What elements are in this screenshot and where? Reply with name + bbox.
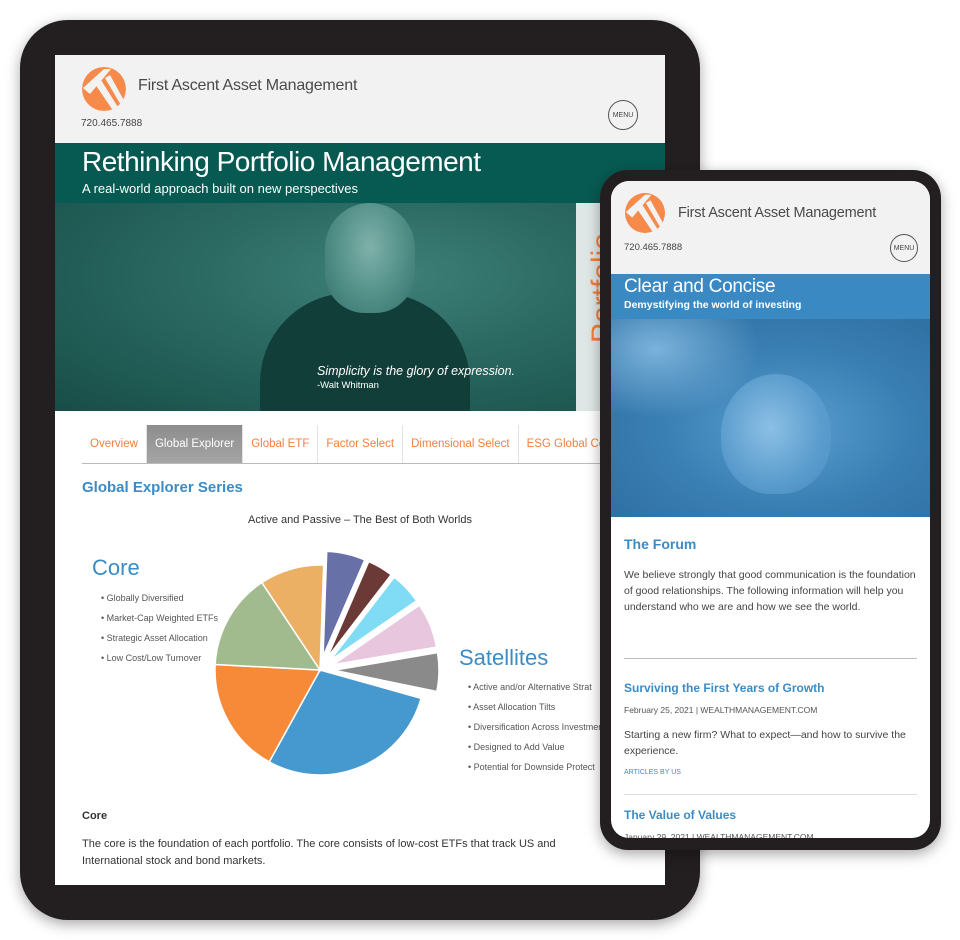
legend-core-heading: Core	[92, 555, 140, 580]
core-bullet-list: Globally Diversified Market-Cap Weighted…	[101, 593, 218, 673]
forum-intro: We believe strongly that good communicat…	[624, 569, 916, 613]
core-heading: Core	[82, 810, 108, 822]
article-title-link[interactable]: Surviving the First Years of Growth	[624, 681, 825, 695]
divider	[624, 794, 917, 795]
logo-icon[interactable]	[624, 192, 666, 234]
menu-button[interactable]: MENU	[890, 234, 918, 262]
hero-title: Clear and Concise	[624, 276, 776, 297]
tablet-device: First Ascent Asset Management 720.465.78…	[20, 20, 700, 920]
tablet-screen: First Ascent Asset Management 720.465.78…	[55, 55, 665, 885]
portrait-face	[721, 374, 831, 494]
hero-image-franklin	[611, 319, 930, 517]
article-meta: January 29, 2021 | WEALTHMANAGEMENT.COM	[624, 832, 814, 838]
core-bullet: Market-Cap Weighted ETFs	[101, 613, 218, 633]
hero-subtitle: Demystifying the world of investing	[624, 299, 802, 311]
mobile-screen: First Ascent Asset Management 720.465.78…	[611, 181, 930, 838]
satellites-bullet: Diversification Across Investment	[468, 722, 606, 742]
mobile-hero-banner: Clear and Concise Demystifying the world…	[611, 274, 930, 319]
core-bullet: Strategic Asset Allocation	[101, 633, 218, 653]
mobile-device: First Ascent Asset Management 720.465.78…	[600, 170, 941, 850]
article-meta: February 25, 2021 | WEALTHMANAGEMENT.COM	[624, 705, 818, 715]
satellites-bullet: Potential for Downside Protect	[468, 762, 606, 782]
phone-number[interactable]: 720.465.7888	[624, 242, 682, 253]
divider	[624, 658, 917, 659]
article-category-link[interactable]: ARTICLES BY US	[624, 769, 681, 776]
mobile-header: First Ascent Asset Management 720.465.78…	[611, 181, 930, 274]
article-title-link[interactable]: The Value of Values	[624, 808, 736, 822]
satellites-bullet: Designed to Add Value	[468, 742, 606, 762]
core-bullet: Globally Diversified	[101, 593, 218, 613]
brand-name[interactable]: First Ascent Asset Management	[678, 205, 876, 221]
satellites-bullet-list: Active and/or Alternative Strat Asset Al…	[468, 682, 606, 782]
legend-satellites-heading: Satellites	[459, 645, 549, 670]
core-bullet: Low Cost/Low Turnover	[101, 653, 218, 673]
forum-title: The Forum	[624, 536, 697, 552]
core-paragraph: The core is the foundation of each portf…	[82, 838, 556, 867]
article-description: Starting a new firm? What to expect—and …	[624, 729, 906, 757]
satellites-bullet: Active and/or Alternative Strat	[468, 682, 606, 702]
satellites-bullet: Asset Allocation Tilts	[468, 702, 606, 722]
